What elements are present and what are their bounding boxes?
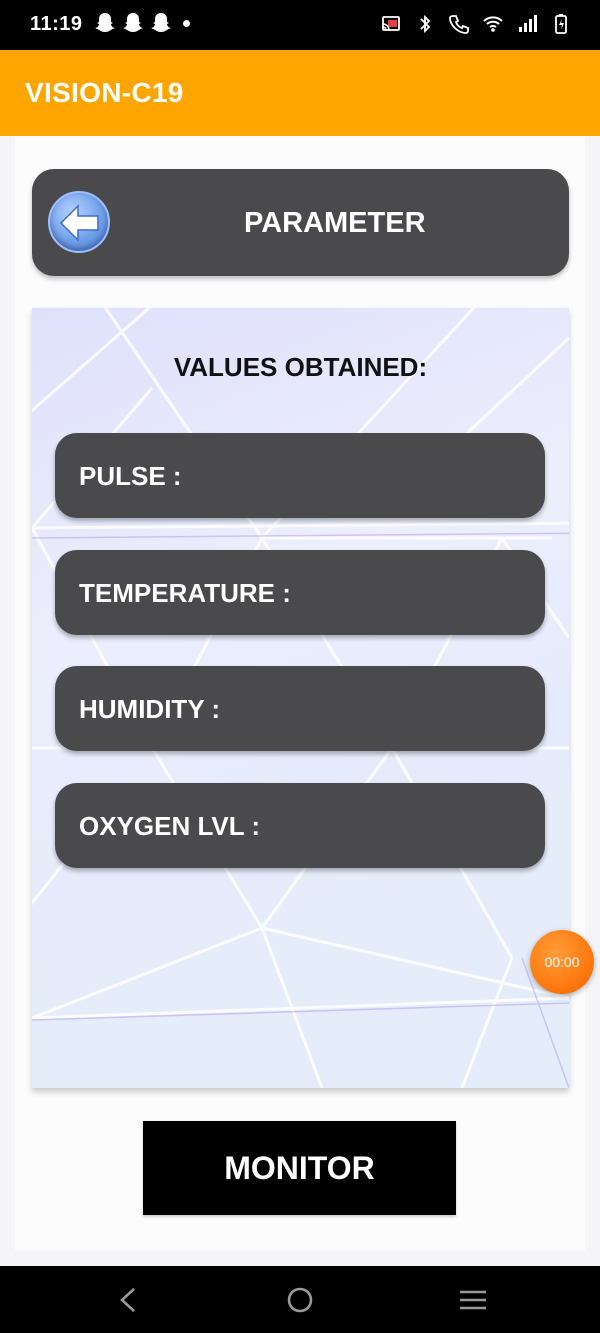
back-arrow-icon xyxy=(59,204,99,242)
battery-icon xyxy=(555,14,567,34)
signal-icon xyxy=(519,15,537,32)
values-panel: VALUES OBTAINED: PULSE : TEMPERATURE : H… xyxy=(32,308,569,1088)
pulse-label: PULSE : xyxy=(79,461,182,491)
snapchat-icon xyxy=(95,13,115,32)
values-title: VALUES OBTAINED: xyxy=(173,352,428,382)
call-icon xyxy=(449,15,469,34)
back-button[interactable] xyxy=(48,191,110,253)
cast-icon xyxy=(382,16,400,31)
humidity-row: HUMIDITY : xyxy=(55,666,545,751)
humidity-label: HUMIDITY : xyxy=(79,694,221,724)
parameter-title: PARAMETER xyxy=(244,207,426,239)
wifi-icon xyxy=(483,16,503,32)
parameter-card: PARAMETER xyxy=(32,169,569,276)
bluetooth-icon xyxy=(420,14,431,34)
monitor-button[interactable]: MONITOR xyxy=(143,1121,456,1215)
snapchat-icon xyxy=(123,13,143,32)
dot-icon xyxy=(183,19,190,27)
oxygen-row: OXYGEN LVL : xyxy=(55,783,545,868)
pulse-row: PULSE : xyxy=(55,433,545,518)
nav-bar xyxy=(0,1266,600,1333)
snapchat-icon xyxy=(151,13,171,32)
status-bar: 11:19 xyxy=(0,0,600,50)
timer-bubble[interactable]: 00:00 xyxy=(530,930,594,994)
app-bar: VISION-C19 xyxy=(0,50,600,136)
back-icon[interactable] xyxy=(116,1286,140,1314)
temperature-label: TEMPERATURE : xyxy=(79,578,291,608)
home-icon[interactable] xyxy=(286,1286,314,1314)
temperature-row: TEMPERATURE : xyxy=(55,550,545,635)
notification-icons xyxy=(95,12,190,34)
recents-icon[interactable] xyxy=(458,1286,488,1314)
oxygen-label: OXYGEN LVL : xyxy=(79,811,261,841)
system-icons xyxy=(380,13,572,35)
status-time: 11:19 xyxy=(30,13,83,35)
app-title: VISION-C19 xyxy=(25,77,184,108)
